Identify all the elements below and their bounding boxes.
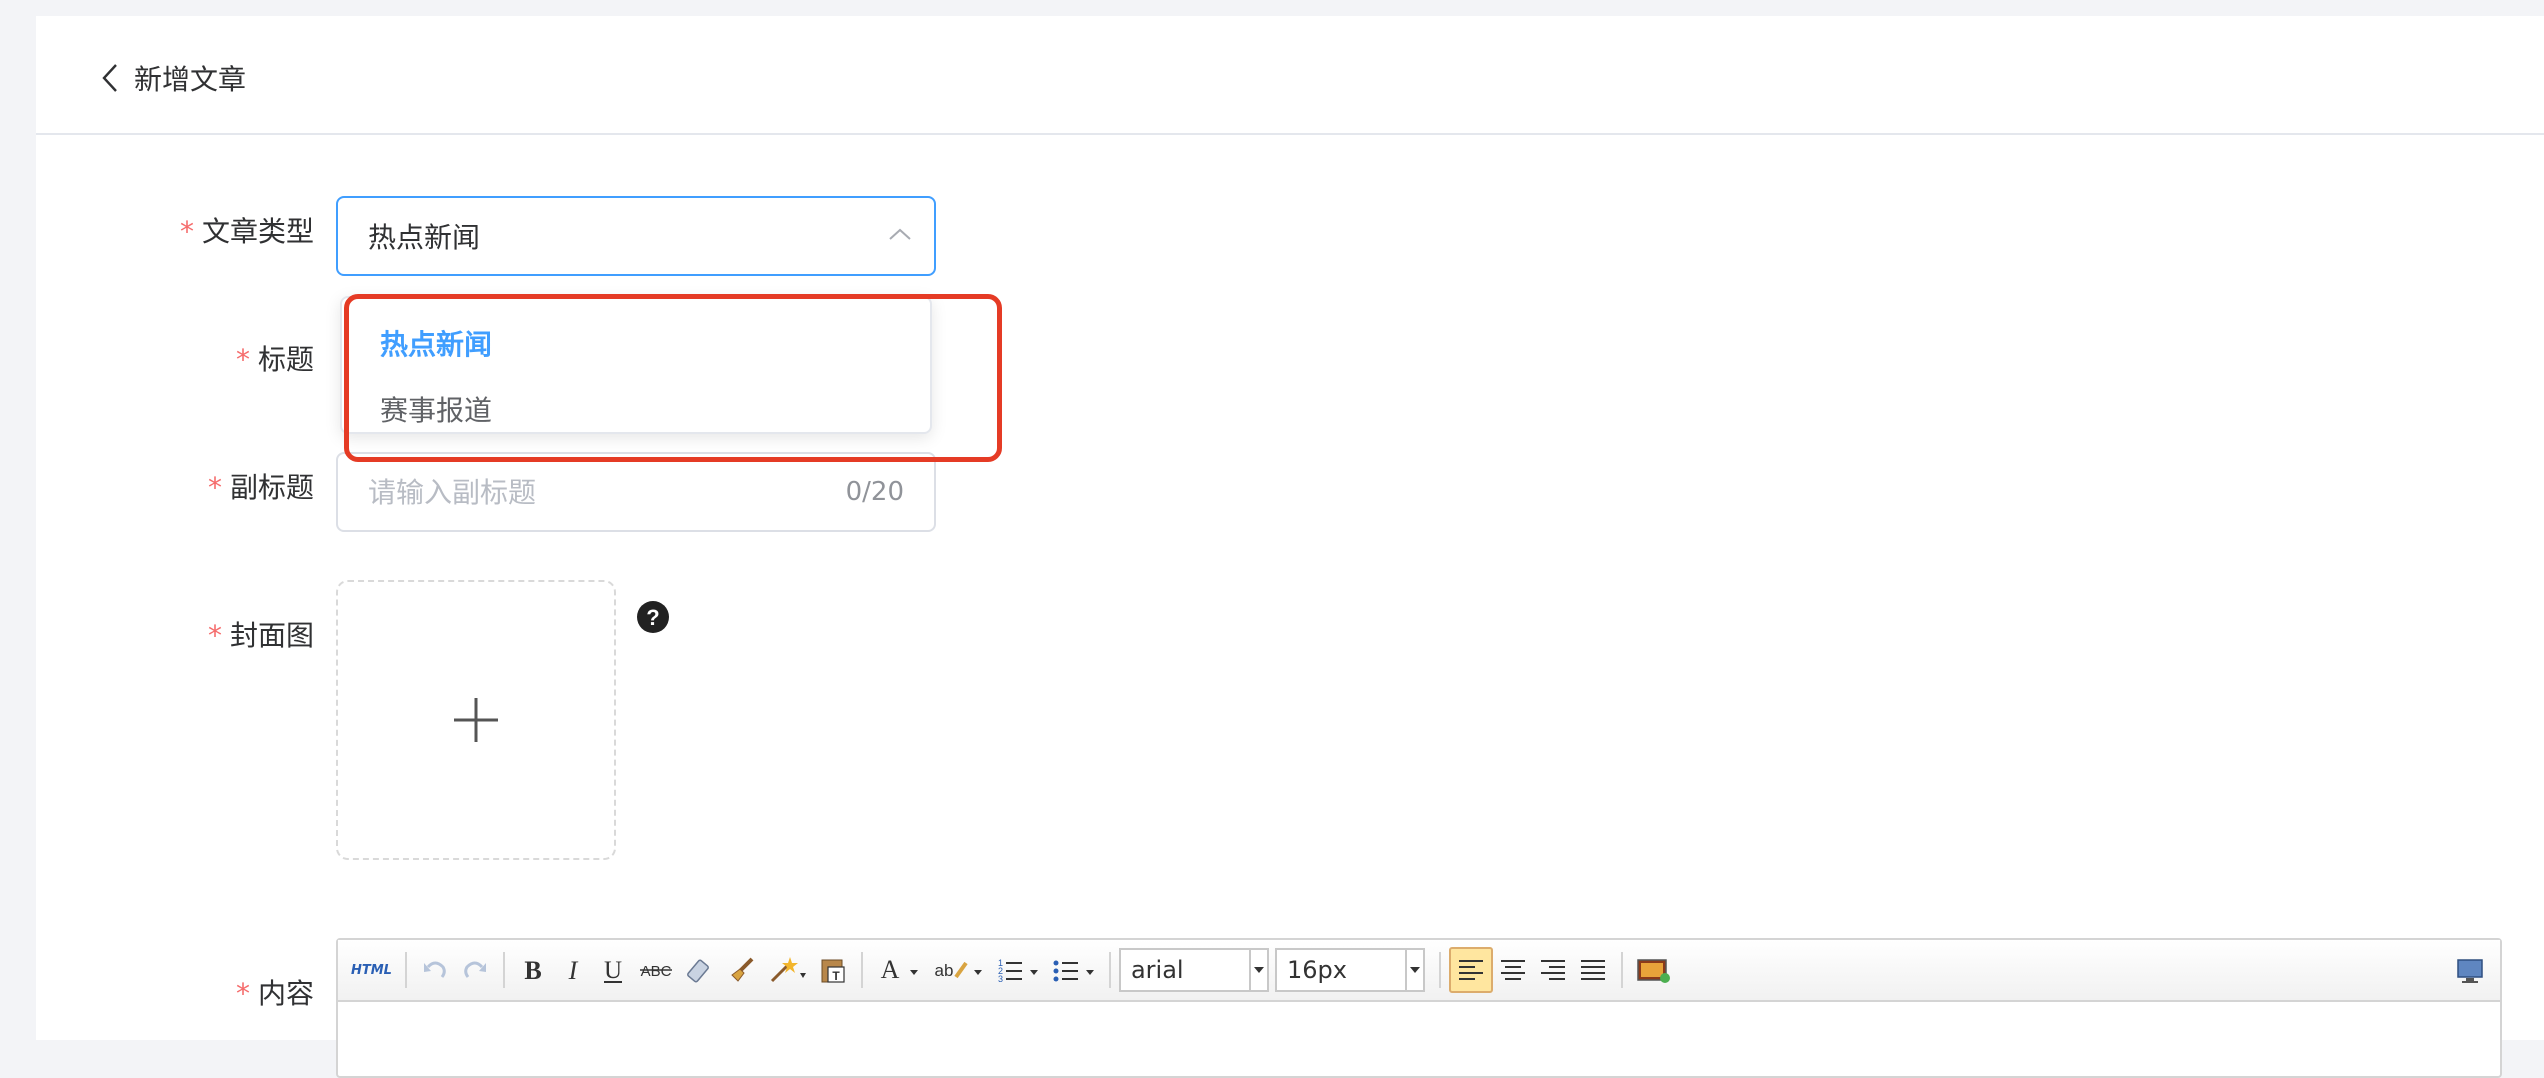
ordered-list-button[interactable]: 123 bbox=[989, 947, 1045, 993]
required-mark: * bbox=[207, 619, 222, 652]
strikethrough-button[interactable]: ABC bbox=[633, 947, 679, 993]
subtitle-label: * 副标题 bbox=[207, 471, 314, 504]
auto-format-button[interactable] bbox=[763, 947, 813, 993]
magic-wand-icon bbox=[770, 957, 806, 983]
dropdown-option-match-report[interactable]: 赛事报道 bbox=[342, 378, 930, 444]
toolbar-separator bbox=[1620, 952, 1623, 988]
background-color-button[interactable]: ab bbox=[925, 947, 989, 993]
svg-text:B: B bbox=[524, 956, 541, 985]
toolbar-separator bbox=[860, 952, 863, 988]
required-mark: * bbox=[235, 343, 250, 376]
page-title: 新增文章 bbox=[134, 63, 247, 96]
toolbar-separator bbox=[1108, 952, 1111, 988]
bold-icon: B bbox=[524, 956, 541, 985]
fullscreen-button[interactable] bbox=[2450, 948, 2490, 994]
brush-icon bbox=[731, 957, 754, 982]
align-right-button[interactable] bbox=[1533, 947, 1573, 993]
underline-icon: U bbox=[604, 957, 622, 984]
cover-uploader[interactable] bbox=[336, 580, 616, 860]
caret-down-icon bbox=[1409, 967, 1420, 973]
main-card: 新增文章 *文章类型 热点新闻 *标题 *副标题 0/20 热点新闻 赛事报道 … bbox=[36, 16, 2544, 1078]
title-label: * 标题 bbox=[235, 343, 314, 376]
clipboard-icon: T bbox=[821, 959, 845, 983]
svg-text:ABC: ABC bbox=[641, 963, 672, 980]
content-label: * 内容 bbox=[235, 977, 314, 1010]
undo-button[interactable] bbox=[415, 947, 455, 993]
font-color-button[interactable]: A bbox=[871, 947, 925, 993]
redo-button[interactable] bbox=[455, 947, 495, 993]
svg-text:ab: ab bbox=[935, 961, 954, 980]
align-left-icon bbox=[1458, 960, 1483, 980]
insert-image-button[interactable] bbox=[1631, 947, 1677, 993]
svg-text:A: A bbox=[881, 955, 900, 984]
font-family-select[interactable]: arial bbox=[1118, 948, 1269, 992]
bold-button[interactable]: B bbox=[513, 947, 553, 993]
font-size-select[interactable]: 16px bbox=[1274, 948, 1425, 992]
toolbar-separator bbox=[1438, 952, 1441, 988]
align-justify-button[interactable] bbox=[1573, 947, 1613, 993]
chevron-up-icon bbox=[889, 228, 911, 240]
page-header: 新增文章 bbox=[36, 16, 2544, 135]
svg-text:3: 3 bbox=[998, 974, 1003, 984]
plus-icon bbox=[454, 698, 498, 742]
subtitle-field[interactable]: 0/20 bbox=[336, 452, 936, 532]
font-size-value: 16px bbox=[1286, 956, 1347, 984]
remove-format-button[interactable] bbox=[679, 947, 721, 993]
ordered-list-icon: 123 bbox=[998, 958, 1038, 984]
html-source-button[interactable]: HTML bbox=[346, 947, 397, 993]
unordered-list-icon bbox=[1053, 960, 1094, 982]
highlighter-icon: ab bbox=[935, 961, 982, 980]
strikethrough-icon: ABC bbox=[639, 963, 672, 980]
chevron-left-icon bbox=[102, 64, 117, 92]
monitor-icon bbox=[2457, 959, 2483, 983]
article-type-label: * 文章类型 bbox=[179, 215, 314, 248]
dropdown-option-hot-news[interactable]: 热点新闻 bbox=[342, 312, 930, 378]
article-type-value: 热点新闻 bbox=[368, 221, 481, 254]
article-type-select[interactable]: 热点新闻 bbox=[336, 196, 936, 276]
subtitle-char-count: 0/20 bbox=[845, 477, 904, 507]
align-center-button[interactable] bbox=[1493, 947, 1533, 993]
format-painter-button[interactable] bbox=[721, 947, 763, 993]
align-justify-icon bbox=[1580, 960, 1605, 980]
editor-toolbar: HTML B I U ABC T A ab 1 2 3 arial 16px bbox=[338, 940, 2500, 1002]
underline-button[interactable]: U bbox=[593, 947, 633, 993]
article-type-dropdown: 热点新闻 赛事报道 bbox=[340, 296, 932, 434]
cover-label: * 封面图 bbox=[207, 619, 314, 652]
svg-text:I: I bbox=[568, 956, 579, 985]
eraser-icon bbox=[687, 959, 709, 983]
toolbar-separator bbox=[502, 952, 505, 988]
rich-text-editor[interactable]: HTML B I U ABC T A ab 1 2 3 arial 16px bbox=[336, 938, 2502, 1078]
paste-plain-text-button[interactable]: T bbox=[813, 947, 853, 993]
back-button[interactable]: 新增文章 bbox=[100, 56, 246, 100]
align-right-icon bbox=[1540, 960, 1565, 980]
svg-text:T: T bbox=[832, 969, 840, 983]
subtitle-input[interactable] bbox=[368, 475, 846, 509]
question-circle-icon[interactable]: ? bbox=[636, 600, 670, 634]
svg-text:U: U bbox=[604, 957, 622, 984]
font-family-value: arial bbox=[1130, 956, 1184, 984]
italic-icon: I bbox=[568, 956, 579, 985]
caret-down-icon bbox=[1253, 967, 1264, 973]
align-center-icon bbox=[1500, 960, 1525, 980]
font-color-icon: A bbox=[881, 955, 918, 984]
required-mark: * bbox=[235, 977, 250, 1010]
required-mark: * bbox=[207, 471, 222, 504]
align-left-button[interactable] bbox=[1448, 947, 1493, 993]
html-source-label: HTML bbox=[351, 962, 392, 978]
undo-icon bbox=[423, 961, 446, 978]
required-mark: * bbox=[179, 215, 194, 248]
image-icon bbox=[1637, 959, 1670, 983]
italic-button[interactable]: I bbox=[553, 947, 593, 993]
redo-icon bbox=[464, 961, 486, 978]
unordered-list-button[interactable] bbox=[1045, 947, 1101, 993]
svg-text:?: ? bbox=[646, 605, 659, 630]
toolbar-separator bbox=[404, 952, 407, 988]
